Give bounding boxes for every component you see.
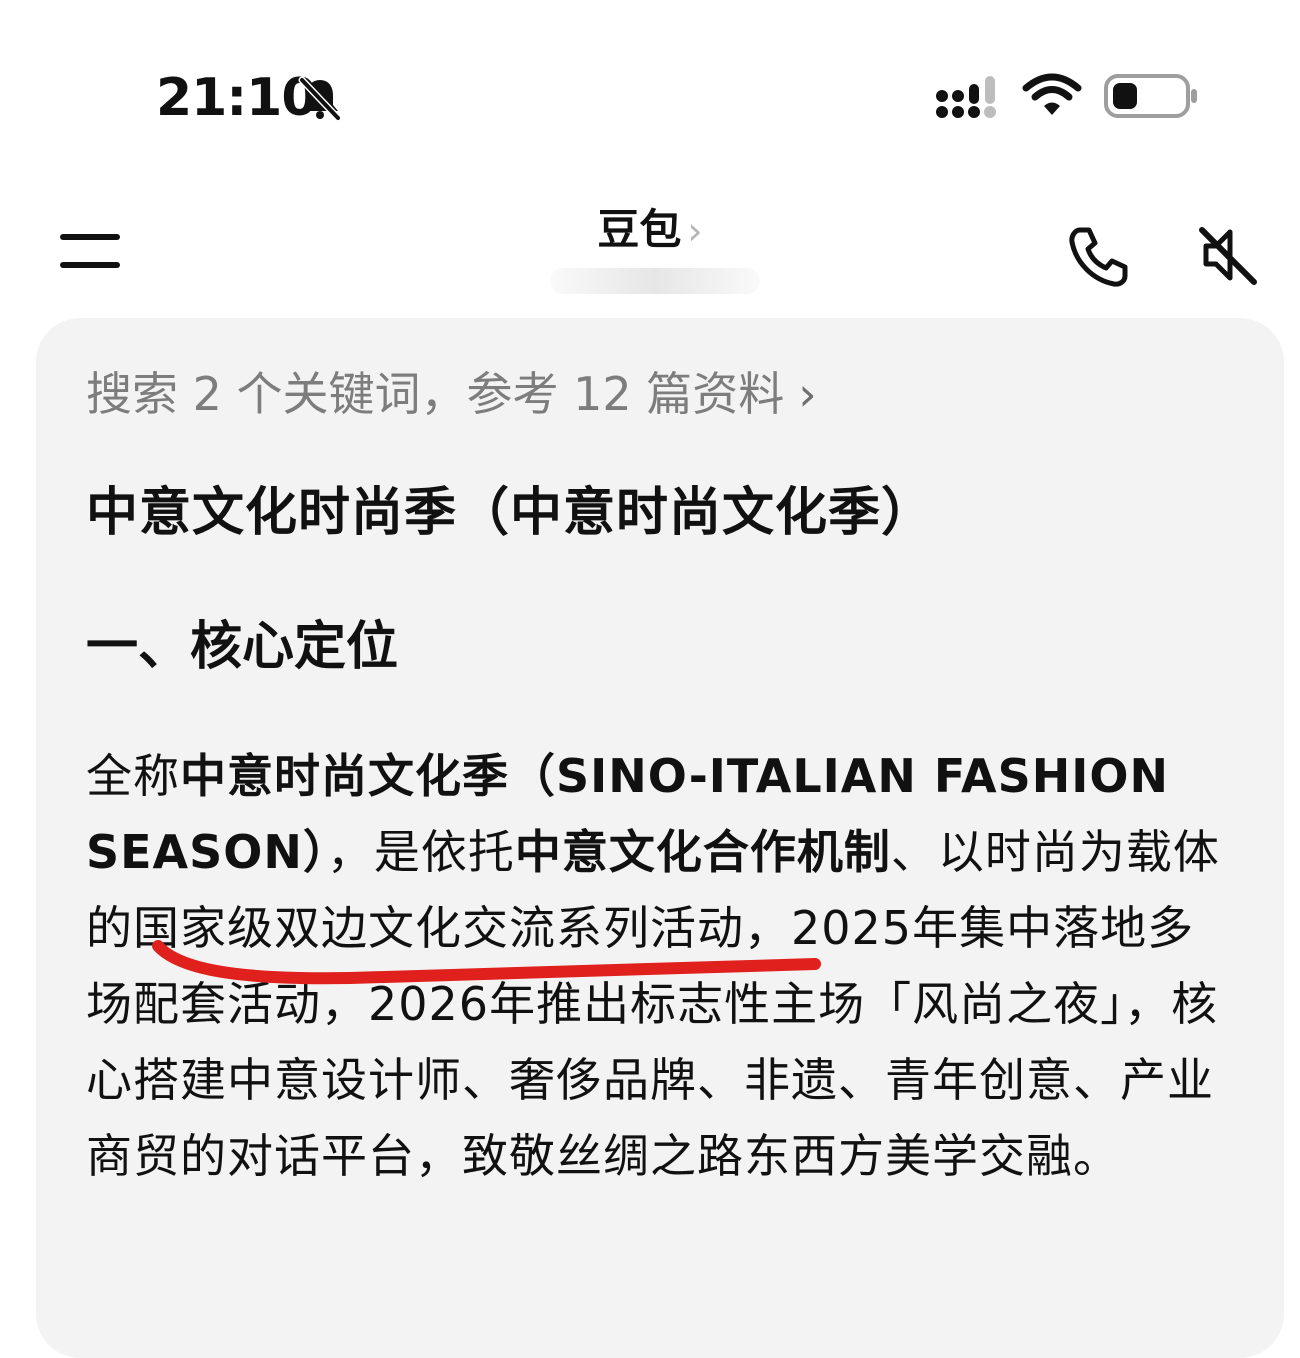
battery-icon <box>1104 74 1200 124</box>
chevron-right-icon: › <box>798 367 817 421</box>
signal-icon <box>934 76 1006 124</box>
section-title: 一、核心定位 <box>86 617 399 677</box>
bell-muted-icon <box>296 74 344 126</box>
blurred-subtitle <box>550 268 760 294</box>
status-time: 21:10 <box>156 68 318 128</box>
status-bar: 21:10 <box>0 0 1300 160</box>
chevron-right-icon: › <box>687 209 703 253</box>
search-summary-row[interactable]: 搜索 2 个关键词，参考 12 篇资料 › <box>86 364 817 424</box>
speaker-muted-icon[interactable] <box>1196 222 1260 292</box>
answer-heading: 中意文化时尚季（中意时尚文化季） <box>86 483 935 543</box>
chat-header: 豆包 › <box>0 180 1300 310</box>
chat-title: 豆包 <box>597 205 682 254</box>
bold-term-mechanism: 中意文化合作机制 <box>514 825 891 879</box>
wifi-icon <box>1022 72 1082 122</box>
phone-icon[interactable] <box>1066 224 1132 294</box>
red-underline-annotation <box>152 940 821 985</box>
search-summary-text: 搜索 2 个关键词，参考 12 篇资料 <box>86 367 785 421</box>
assistant-message-card: 搜索 2 个关键词，参考 12 篇资料 › 中意文化时尚季（中意时尚文化季） 一、… <box>36 318 1284 1358</box>
